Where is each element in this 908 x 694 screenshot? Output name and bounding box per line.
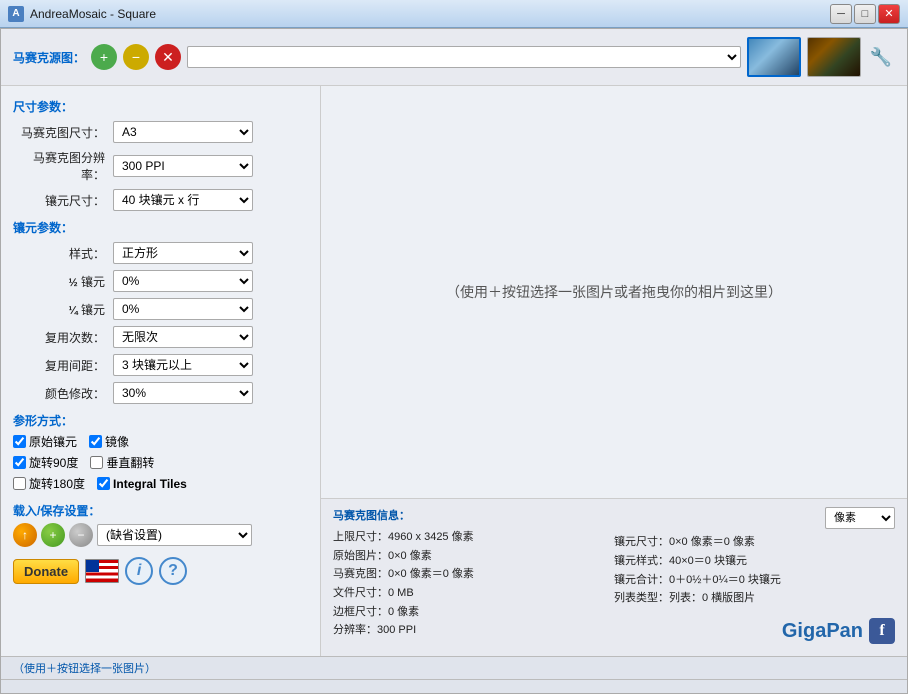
tile-params-label: 镶元参数： (13, 219, 308, 236)
bottom-icons-row: Donate i ? (13, 557, 308, 585)
reuse-spacing-select[interactable]: 3 块镶元以上 (113, 354, 253, 376)
tile-total-info: 镶元合计：0＋0½＋0¼＝0 块镶元 (614, 571, 895, 590)
resolution-select[interactable]: 300 PPI (113, 155, 253, 177)
mosaic-size-select[interactable]: A3 (113, 121, 253, 143)
morph-row-2: 旋转90度 垂直翻转 (13, 454, 308, 471)
resolution: 分辨率：300 PPI (333, 621, 614, 640)
status-text: （使用＋按钮选择一张图片） (13, 663, 156, 675)
remove-source-button[interactable]: − (123, 44, 149, 70)
window-title: AndreaMosaic - Square (30, 7, 830, 21)
left-panel: 尺寸参数： 马赛克图尺寸： A3 马赛克图分辨率： 300 PPI 镶元尺寸： … (1, 86, 321, 656)
vflip-checkbox[interactable]: 垂直翻转 (90, 454, 154, 471)
source-dropdown[interactable] (187, 46, 741, 68)
reuse-spacing-label: 复用间距： (13, 357, 113, 374)
loadsave-label: 载入/保存设置： (13, 502, 308, 519)
half-tile-label: ½ 镶元 (13, 273, 113, 290)
clear-source-button[interactable]: ✕ (155, 44, 181, 70)
status-bar: （使用＋按钮选择一张图片） (1, 656, 907, 679)
size-params-label: 尺寸参数： (13, 98, 308, 115)
list-type-info: 列表类型：列表：0 横版图片 (614, 589, 895, 608)
minimize-button[interactable]: ─ (830, 4, 852, 24)
source-label: 马赛克源图： (13, 49, 85, 66)
load-button[interactable]: ↑ (13, 523, 37, 547)
drop-area[interactable]: （使用＋按钮选择一张图片或者拖曳你的相片到这里） (321, 86, 907, 498)
loadsave-row: ↑ + − (缺省设置) (13, 523, 308, 547)
resolution-label: 马赛克图分辨率： (13, 149, 113, 183)
content-area: 尺寸参数： 马赛克图尺寸： A3 马赛克图分辨率： 300 PPI 镶元尺寸： … (1, 86, 907, 656)
title-bar: A AndreaMosaic - Square ─ □ ✕ (0, 0, 908, 28)
info-button[interactable]: i (125, 557, 153, 585)
color-adj-select[interactable]: 30% (113, 382, 253, 404)
source-toolbar: 马赛克源图： + − ✕ 🔧 (1, 29, 907, 86)
file-size: 文件尺寸：0 MB (333, 584, 614, 603)
upper-limit: 上限尺寸：4960 x 3425 像素 (333, 528, 614, 547)
info-col-left: 马赛克图信息： 上限尺寸：4960 x 3425 像素 原始图片：0×0 像素 … (333, 507, 614, 648)
thumbnail-2[interactable] (807, 37, 861, 77)
tile-style-info: 镶元样式：40×0＝0 块镶元 (614, 552, 895, 571)
window-controls: ─ □ ✕ (830, 4, 900, 24)
info-panel: 马赛克图信息： 上限尺寸：4960 x 3425 像素 原始图片：0×0 像素 … (321, 498, 907, 656)
rotate180-checkbox[interactable]: 旋转180度 (13, 475, 85, 492)
rotate90-checkbox[interactable]: 旋转90度 (13, 454, 78, 471)
thumbnail-1[interactable] (747, 37, 801, 77)
mosaic-image: 马赛克图：0×0 像素＝0 像素 (333, 565, 614, 584)
save-button[interactable]: + (41, 523, 65, 547)
settings-icon[interactable]: 🔧 (867, 43, 895, 71)
tile-size-label: 镶元尺寸： (13, 192, 113, 209)
morph-label: 参形方式： (13, 412, 308, 429)
delete-setting-button[interactable]: − (69, 523, 93, 547)
quarter-tile-row: ¼ 镶元 0% (13, 298, 308, 320)
unit-dropdown[interactable]: 像素 (825, 507, 895, 529)
color-adj-row: 颜色修改： 30% (13, 382, 308, 404)
pixel-dropdown-row: 像素 (614, 507, 895, 529)
mosaic-info-label: 马赛克图信息： (333, 507, 614, 526)
drop-hint: （使用＋按钮选择一张图片或者拖曳你的相片到这里） (446, 282, 782, 302)
tile-size-row: 镶元尺寸： 40 块镶元 x 行 (13, 189, 308, 211)
right-panel: （使用＋按钮选择一张图片或者拖曳你的相片到这里） 马赛克图信息： 上限尺寸：49… (321, 86, 907, 656)
help-button[interactable]: ? (159, 557, 187, 585)
reuse-spacing-row: 复用间距： 3 块镶元以上 (13, 354, 308, 376)
morph-row-3: 旋转180度 Integral Tiles (13, 475, 308, 492)
facebook-icon[interactable]: f (869, 618, 895, 644)
mosaic-size-row: 马赛克图尺寸： A3 (13, 121, 308, 143)
maximize-button[interactable]: □ (854, 4, 876, 24)
style-select[interactable]: 正方形 (113, 242, 253, 264)
half-tile-select[interactable]: 0% (113, 270, 253, 292)
main-window: 马赛克源图： + − ✕ 🔧 尺寸参数： 马赛克图尺寸： A3 (0, 28, 908, 694)
gigapan-text: GigaPan (782, 614, 863, 648)
settings-dropdown[interactable]: (缺省设置) (97, 524, 252, 546)
reuse-label: 复用次数： (13, 329, 113, 346)
loadsave-section: 载入/保存设置： ↑ + − (缺省设置) (13, 502, 308, 547)
reuse-select[interactable]: 无限次 (113, 326, 253, 348)
quarter-tile-select[interactable]: 0% (113, 298, 253, 320)
original-image: 原始图片：0×0 像素 (333, 547, 614, 566)
close-button[interactable]: ✕ (878, 4, 900, 24)
mosaic-size-label: 马赛克图尺寸： (13, 124, 113, 141)
donate-button[interactable]: Donate (13, 559, 79, 584)
gigapan-row: GigaPan f (614, 614, 895, 648)
half-tile-row: ½ 镶元 0% (13, 270, 308, 292)
scrollbar[interactable] (1, 679, 907, 693)
integral-checkbox[interactable]: Integral Tiles (97, 475, 187, 492)
info-col-right: 像素 镶元尺寸：0×0 像素＝0 像素 镶元样式：40×0＝0 块镶元 镶元合计… (614, 507, 895, 648)
morph-row-1: 原始镶元 镜像 (13, 433, 308, 450)
app-icon: A (8, 6, 24, 22)
mirror-checkbox[interactable]: 镜像 (89, 433, 129, 450)
color-adj-label: 颜色修改： (13, 385, 113, 402)
add-source-button[interactable]: + (91, 44, 117, 70)
reuse-row: 复用次数： 无限次 (13, 326, 308, 348)
morph-section: 参形方式： 原始镶元 镜像 旋转90度 垂直翻转 (13, 412, 308, 492)
original-checkbox[interactable]: 原始镶元 (13, 433, 77, 450)
style-label: 样式： (13, 245, 113, 262)
quarter-tile-label: ¼ 镶元 (13, 301, 113, 318)
tile-size-info: 镶元尺寸：0×0 像素＝0 像素 (614, 533, 895, 552)
flag-icon[interactable] (85, 559, 119, 583)
tile-size-select[interactable]: 40 块镶元 x 行 (113, 189, 253, 211)
border-size: 边框尺寸：0 像素 (333, 603, 614, 622)
resolution-row: 马赛克图分辨率： 300 PPI (13, 149, 308, 183)
style-row: 样式： 正方形 (13, 242, 308, 264)
